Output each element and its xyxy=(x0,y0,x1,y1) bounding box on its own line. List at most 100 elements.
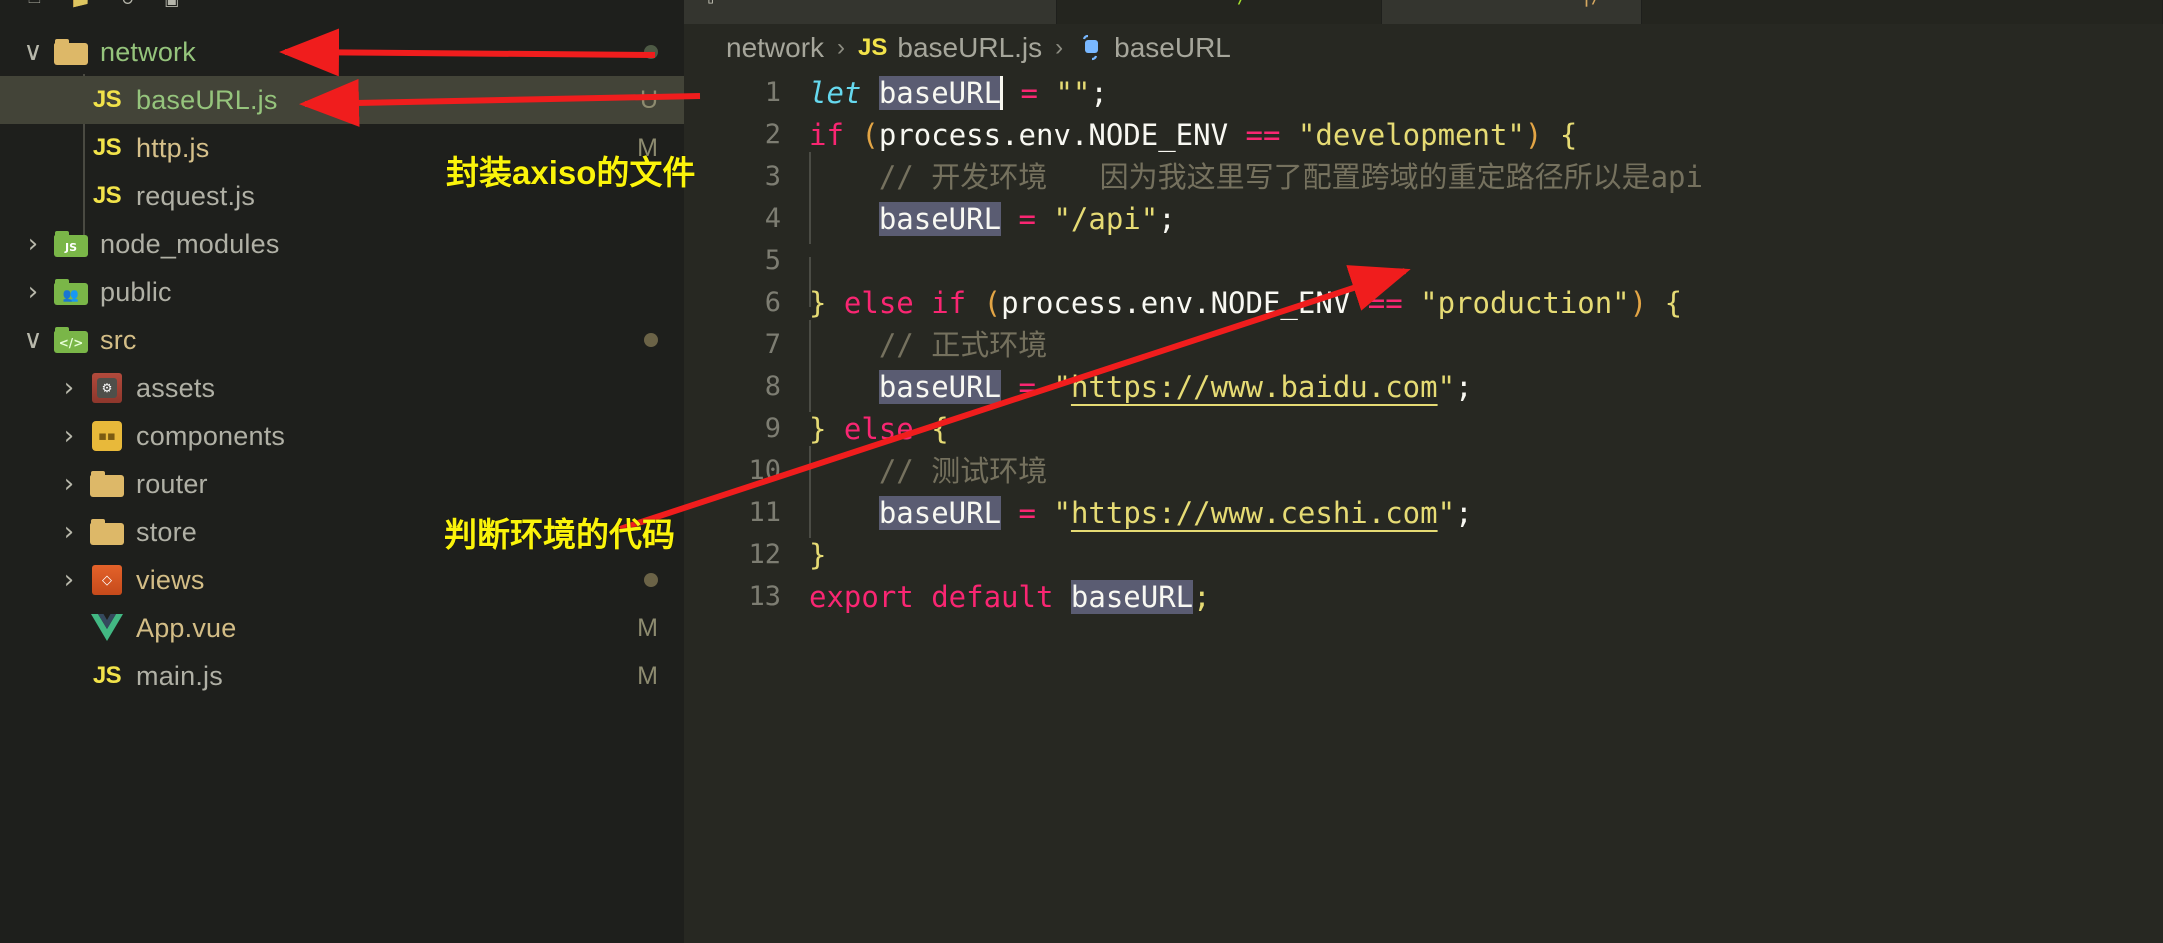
js-file-icon: JS xyxy=(92,182,122,209)
tab-3[interactable]: |/ xyxy=(1382,0,1642,24)
chevron-right-icon: › xyxy=(837,34,846,61)
tab-1[interactable]: ▯ xyxy=(684,0,1057,24)
sidebar-item-request-js[interactable]: › JS request.js xyxy=(0,172,684,220)
code-line[interactable]: 4 baseURL = "/api"; xyxy=(684,194,2163,244)
code-line[interactable]: 9} else { xyxy=(684,408,2163,450)
sidebar-item-app-vue[interactable]: › App.vue M xyxy=(0,604,684,652)
sidebar-item-baseurl-js[interactable]: › JS baseURL.js U xyxy=(0,76,684,124)
sidebar-item-label: public xyxy=(100,276,172,307)
code-line-text[interactable]: // 开发环境 因为我这里写了配置跨域的重定路径所以是api xyxy=(809,152,2163,202)
line-number: 7 xyxy=(764,329,781,360)
tab-strip: 🗋 📁 ↻ ▣ ▯ / |/ xyxy=(0,0,2163,24)
code-line-text[interactable]: baseURL = "https://www.baidu.com"; xyxy=(809,362,2163,412)
chevron-right-icon[interactable]: › xyxy=(54,519,84,545)
line-number: 6 xyxy=(764,287,781,318)
sidebar-item-src[interactable]: ∨ </> src xyxy=(0,316,684,364)
chevron-right-icon[interactable]: › xyxy=(54,471,84,497)
code-token[interactable]: https://www.ceshi.com xyxy=(1071,496,1438,530)
code-line-text[interactable]: baseURL = "/api"; xyxy=(809,194,2163,244)
sidebar-item-public[interactable]: › 👥 public xyxy=(0,268,684,316)
breadcrumb-symbol[interactable]: baseURL xyxy=(1114,32,1231,64)
code-line-text[interactable]: // 测试环境 xyxy=(809,446,2163,496)
code-line-text[interactable]: } else if (process.env.NODE_ENV == "prod… xyxy=(809,282,2163,324)
code-line[interactable]: 10 // 测试环境 xyxy=(684,446,2163,496)
sidebar-item-label: baseURL.js xyxy=(136,84,278,115)
js-icon: JS xyxy=(858,34,888,61)
code-token[interactable]: https://www.baidu.com xyxy=(1071,370,1438,404)
code-token: ( xyxy=(983,286,1002,320)
code-line-text[interactable]: } xyxy=(809,534,2163,576)
code-token: baseURL xyxy=(878,496,1002,530)
sidebar-item-network[interactable]: ∨ network xyxy=(0,28,684,76)
sidebar-item-main-js[interactable]: › JS main.js M xyxy=(0,652,684,700)
folder-icon xyxy=(84,519,130,545)
code-line[interactable]: 1 let baseURL = ""; xyxy=(684,72,2163,114)
collapse-all-icon[interactable]: ▣ xyxy=(164,0,179,9)
chevron-right-icon[interactable]: › xyxy=(54,375,84,401)
code-line-text[interactable]: let baseURL = ""; xyxy=(809,72,2163,114)
code-editor[interactable]: network › JS baseURL.js › baseURL 1 let b… xyxy=(684,24,2163,943)
line-number: 3 xyxy=(764,161,781,192)
refresh-icon[interactable]: ↻ xyxy=(121,0,134,9)
code-line[interactable]: 2 if (process.env.NODE_ENV == "developmen… xyxy=(684,114,2163,156)
indent-guide xyxy=(809,194,811,244)
sidebar-item-components[interactable]: › ▪▪ components xyxy=(0,412,684,460)
sidebar-item-http-js[interactable]: › JS http.js M xyxy=(0,124,684,172)
line-number: 4 xyxy=(764,203,781,234)
code-token: } xyxy=(809,412,844,446)
line-number: 10 xyxy=(748,455,781,486)
code-line[interactable]: 13 export default baseURL; xyxy=(684,576,2163,618)
chevron-down-icon[interactable]: ∨ xyxy=(18,327,48,353)
sidebar-item-assets[interactable]: › ⚙ assets xyxy=(0,364,684,412)
line-number: 12 xyxy=(748,539,781,570)
code-line[interactable]: 5 xyxy=(684,240,2163,307)
line-number: 13 xyxy=(748,581,781,612)
breadcrumb-file[interactable]: baseURL.js xyxy=(897,32,1042,64)
code-line-text[interactable]: export default baseURL; xyxy=(809,576,2163,618)
file-explorer[interactable]: ∨ network › JS baseURL.js U › JS http.js… xyxy=(0,24,684,943)
sidebar-item-router[interactable]: › router xyxy=(0,460,684,508)
code-token: baseURL xyxy=(878,370,1002,404)
chevron-right-icon[interactable]: › xyxy=(18,279,48,305)
new-folder-icon[interactable]: 📁 xyxy=(71,0,91,9)
code-line[interactable]: 11 baseURL = "https://www.ceshi.com"; xyxy=(684,488,2163,538)
code-token: " xyxy=(1437,370,1456,404)
code-line[interactable]: 7 // 正式环境 xyxy=(684,320,2163,370)
chevron-right-icon[interactable]: › xyxy=(54,423,84,449)
breadcrumb[interactable]: network › JS baseURL.js › baseURL xyxy=(684,24,2163,72)
sidebar-item-store[interactable]: › store xyxy=(0,508,684,556)
code-token: baseURL xyxy=(1070,580,1194,614)
code-line-text[interactable]: } else { xyxy=(809,408,2163,450)
new-file-icon[interactable]: 🗋 xyxy=(28,0,41,13)
code-line[interactable]: 3 // 开发环境 因为我这里写了配置跨域的重定路径所以是api xyxy=(684,152,2163,202)
code-token: ( xyxy=(861,118,879,152)
explorer-toolbar: 🗋 📁 ↻ ▣ xyxy=(0,0,684,24)
code-line-text[interactable]: // 正式环境 xyxy=(809,320,2163,370)
code-line-text[interactable]: baseURL = "https://www.ceshi.com"; xyxy=(809,488,2163,538)
chevron-right-icon[interactable]: › xyxy=(18,231,48,257)
chevron-right-icon[interactable]: › xyxy=(54,567,84,593)
sidebar-item-views[interactable]: › ◇ views xyxy=(0,556,684,604)
chevron-down-icon[interactable]: ∨ xyxy=(18,39,48,65)
tab-2[interactable]: / xyxy=(1057,0,1382,24)
code-token: baseURL xyxy=(878,202,1002,236)
breadcrumb-folder[interactable]: network xyxy=(726,32,824,64)
code-line[interactable]: 6 } else if (process.env.NODE_ENV == "pro… xyxy=(684,282,2163,324)
code-token: ; xyxy=(1455,370,1473,404)
code-token: = xyxy=(1018,202,1036,236)
code-token: == xyxy=(1367,286,1403,320)
code-line-text[interactable]: if (process.env.NODE_ENV == "development… xyxy=(809,114,2163,156)
code-line[interactable]: 8 baseURL = "https://www.baidu.com"; xyxy=(684,362,2163,412)
code-token: = xyxy=(1020,76,1038,110)
sidebar-item-node-modules[interactable]: › JS node_modules xyxy=(0,220,684,268)
code-line[interactable]: 12} xyxy=(684,534,2163,576)
code-token: { xyxy=(1664,286,1683,320)
code-content[interactable]: 1 let baseURL = ""; 2 if (process.env.NODE_… xyxy=(684,72,2163,618)
